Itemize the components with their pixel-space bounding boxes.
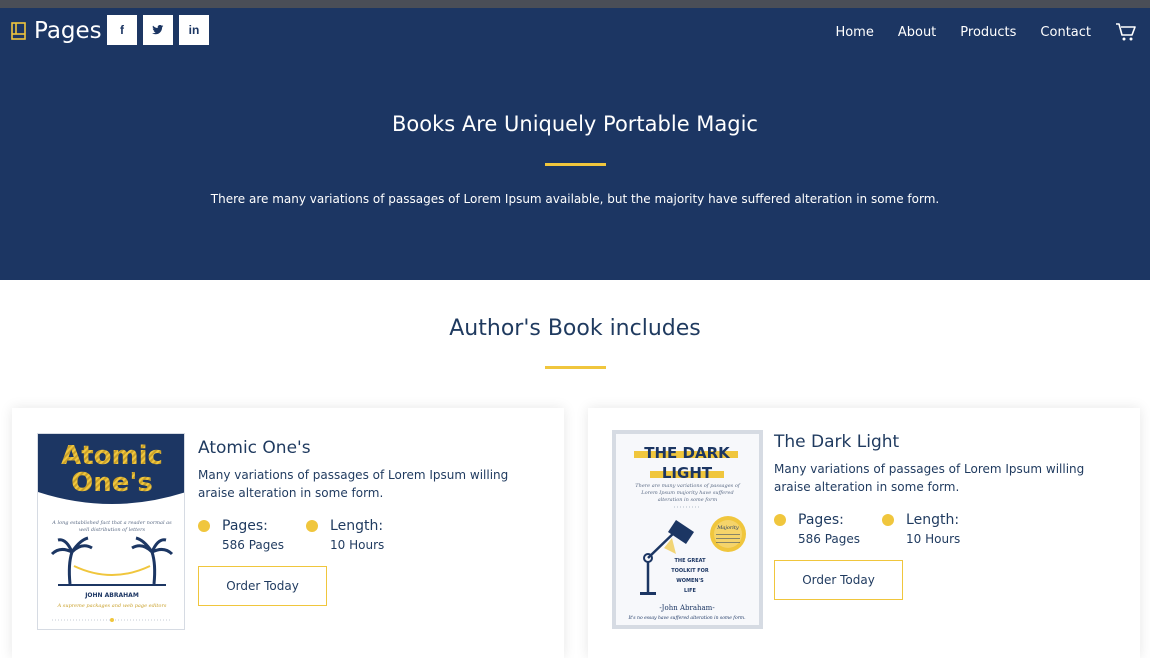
order-today-button[interactable]: Order Today [198, 566, 327, 606]
nav-home[interactable]: Home [835, 25, 873, 40]
hero-title: Books Are Uniquely Portable Magic [392, 112, 758, 136]
svg-text:THE DARK: THE DARK [644, 444, 731, 462]
svg-text:LIFE: LIFE [684, 588, 696, 594]
svg-text:Majority: Majority [716, 525, 739, 531]
social-links: f in [107, 15, 209, 45]
book-title[interactable]: Atomic One's [198, 438, 538, 458]
book-card-atomic: Atomic One's A long established fact tha… [12, 408, 564, 658]
brand-logo[interactable]: Pages [11, 18, 102, 44]
pages-value: 586 Pages [798, 532, 861, 546]
linkedin-icon[interactable]: in [179, 15, 209, 45]
svg-text:It's no essay have suffered al: It's no essay have suffered alteration i… [627, 615, 746, 621]
section-title: Author's Book includes [449, 316, 701, 341]
book-icon [11, 22, 26, 40]
order-today-button[interactable]: Order Today [774, 560, 903, 600]
bullet-dot-icon [882, 514, 895, 526]
book-meta: Pages: 586 Pages Length: 10 Hours [774, 512, 1114, 546]
book-info-dark-light: The Dark Light Many variations of passag… [774, 432, 1114, 600]
section-divider [545, 366, 606, 369]
svg-text:A supreme packages and web pag: A supreme packages and web page editors [57, 603, 167, 609]
facebook-icon[interactable]: f [107, 15, 137, 45]
cart-icon[interactable] [1115, 22, 1137, 42]
nav-contact[interactable]: Contact [1040, 25, 1091, 40]
pages-label: Pages: [222, 518, 268, 534]
book-cover-dark-light[interactable]: THE DARK LIGHT There are many variations… [612, 430, 763, 629]
pages-label: Pages: [798, 512, 844, 528]
svg-text:TOOLKIT FOR: TOOLKIT FOR [671, 568, 709, 574]
hero-header: Pages f in Home About Products Contact B… [0, 8, 1150, 280]
book-title[interactable]: The Dark Light [774, 432, 1114, 452]
window-top-strip [0, 0, 1150, 8]
pages-value: 586 Pages [222, 538, 285, 552]
hero-subtitle: There are many variations of passages of… [210, 192, 940, 206]
book-cover-atomic[interactable]: Atomic One's A long established fact tha… [37, 433, 185, 630]
bullet-dot-icon [306, 520, 319, 532]
brand-name: Pages [34, 18, 102, 44]
svg-text:WOMEN'S: WOMEN'S [676, 578, 704, 584]
book-card-dark-light: THE DARK LIGHT There are many variations… [588, 408, 1140, 658]
book-meta: Pages: 586 Pages Length: 10 Hours [198, 518, 538, 552]
svg-text:-John Abraham-: -John Abraham- [659, 604, 715, 612]
length-value: 10 Hours [330, 538, 385, 552]
main-nav: Home About Products Contact [835, 22, 1150, 42]
book-description: Many variations of passages of Lorem Ips… [198, 468, 509, 500]
svg-text:THE GREAT: THE GREAT [674, 558, 706, 564]
svg-text:Atomic: Atomic [61, 441, 163, 471]
length-label: Length: [330, 518, 384, 534]
bullet-dot-icon [198, 520, 210, 532]
book-info-atomic: Atomic One's Many variations of passages… [198, 438, 538, 606]
length-label: Length: [906, 512, 960, 528]
twitter-icon[interactable] [143, 15, 173, 45]
length-value: 10 Hours [906, 532, 961, 546]
svg-text:LIGHT: LIGHT [662, 464, 713, 482]
nav-about[interactable]: About [898, 25, 936, 40]
bullet-dot-icon [774, 514, 786, 526]
svg-text:JOHN ABRAHAM: JOHN ABRAHAM [84, 592, 139, 599]
book-description: Many variations of passages of Lorem Ips… [774, 462, 1085, 494]
svg-text:One's: One's [71, 468, 153, 498]
nav-products[interactable]: Products [960, 25, 1016, 40]
hero-divider [545, 163, 606, 166]
